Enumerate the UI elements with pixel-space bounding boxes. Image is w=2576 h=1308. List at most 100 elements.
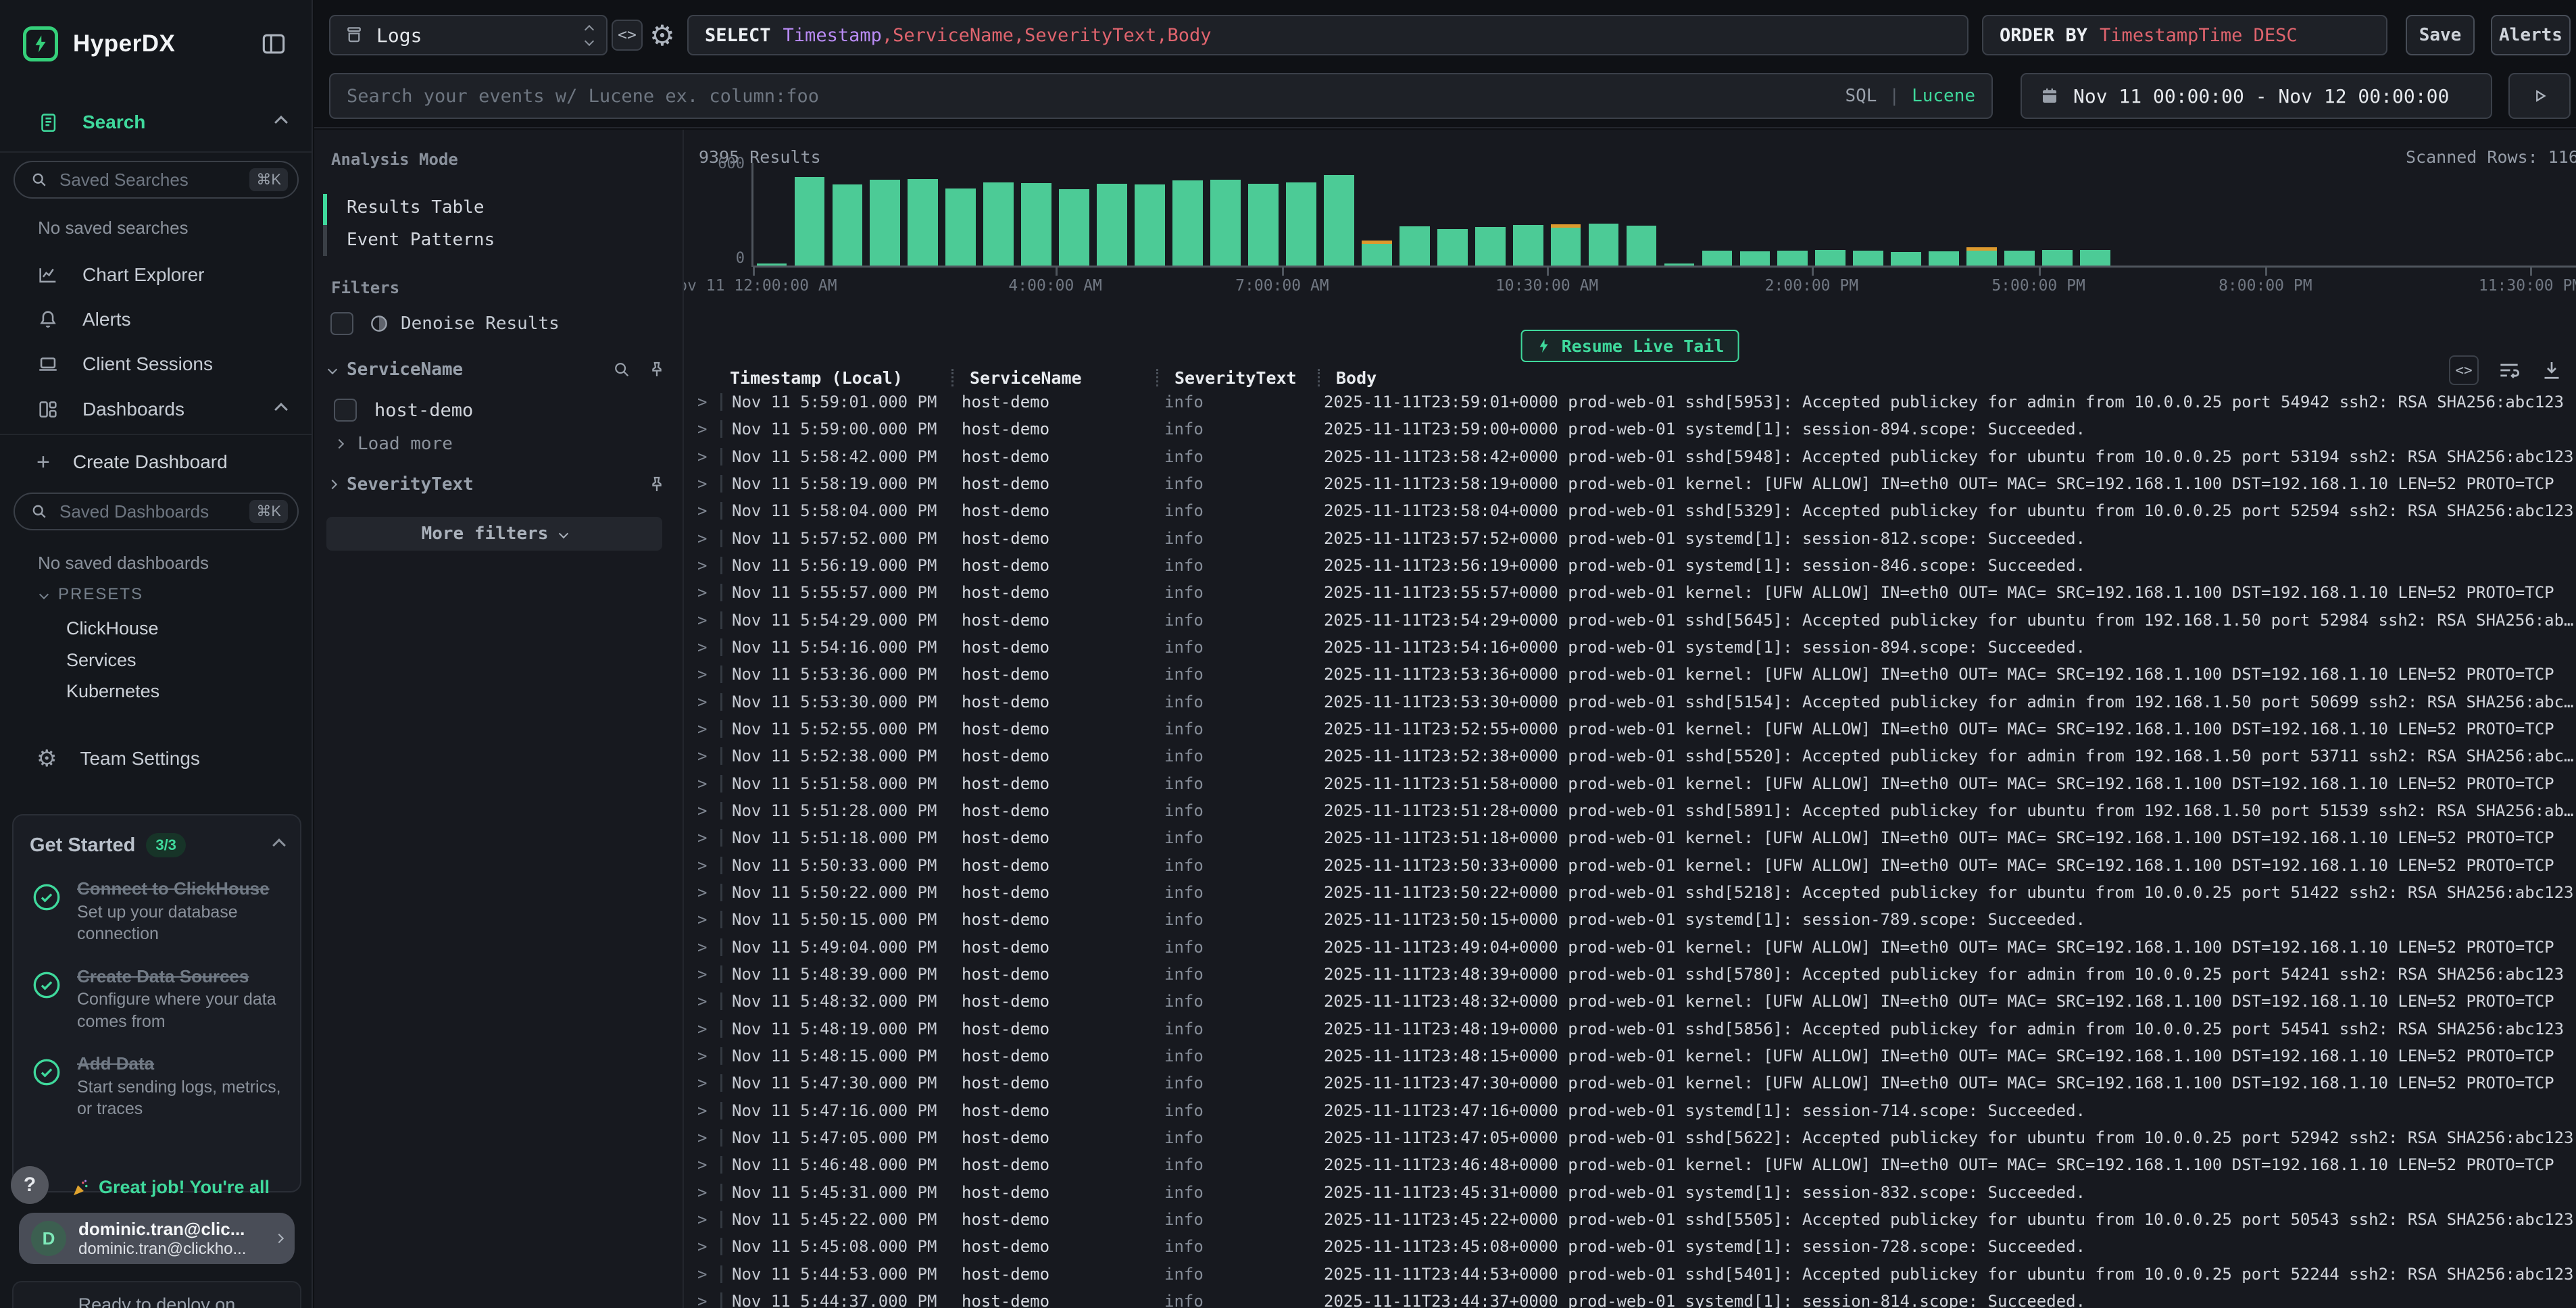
log-row[interactable]: >Nov 11 5:59:00.000 PMhost-demoinfo2025-… <box>684 416 2576 443</box>
row-expand-icon[interactable]: > <box>697 828 720 847</box>
more-filters-button[interactable]: More filters <box>326 517 662 551</box>
event-search-input[interactable]: Search your events w/ Lucene ex. column:… <box>329 73 1993 119</box>
log-row[interactable]: >Nov 11 5:53:30.000 PMhost-demoinfo2025-… <box>684 688 2576 715</box>
row-expand-icon[interactable]: > <box>697 474 720 493</box>
histogram-bar[interactable] <box>1059 189 1089 266</box>
histogram-bar[interactable] <box>1324 175 1354 266</box>
row-expand-icon[interactable]: > <box>697 992 720 1011</box>
row-expand-icon[interactable]: > <box>697 1020 720 1038</box>
row-expand-icon[interactable]: > <box>697 1292 720 1308</box>
row-expand-icon[interactable]: > <box>697 529 720 548</box>
alerts-button[interactable]: Alerts <box>2491 15 2571 55</box>
log-row[interactable]: >Nov 11 5:58:19.000 PMhost-demoinfo2025-… <box>684 470 2576 497</box>
row-expand-icon[interactable]: > <box>697 1155 720 1174</box>
chevron-up-icon[interactable] <box>272 838 286 852</box>
denoise-results-checkbox[interactable]: Denoise Results <box>330 312 560 335</box>
get-started-item[interactable]: Connect to ClickHouse Set up your databa… <box>30 878 284 945</box>
source-select[interactable]: Logs <box>329 15 608 55</box>
log-row[interactable]: >Nov 11 5:51:28.000 PMhost-demoinfo2025-… <box>684 797 2576 824</box>
log-row[interactable]: >Nov 11 5:47:05.000 PMhost-demoinfo2025-… <box>684 1124 2576 1151</box>
sql-toggle[interactable]: SQL <box>1845 86 1877 106</box>
row-expand-icon[interactable]: > <box>697 774 720 793</box>
row-expand-icon[interactable]: > <box>697 938 720 957</box>
log-row[interactable]: >Nov 11 5:51:58.000 PMhost-demoinfo2025-… <box>684 770 2576 797</box>
save-button[interactable]: Save <box>2406 15 2475 55</box>
chevron-up-icon[interactable] <box>274 116 288 129</box>
row-expand-icon[interactable]: > <box>697 447 720 466</box>
sidebar-item-chart-explorer[interactable]: Chart Explorer <box>0 259 312 291</box>
pin-icon[interactable] <box>647 359 667 380</box>
get-started-header[interactable]: Get Started 3/3 <box>30 833 284 857</box>
presets-toggle[interactable]: PRESETS <box>41 585 143 604</box>
log-row[interactable]: >Nov 11 5:47:30.000 PMhost-demoinfo2025-… <box>684 1070 2576 1097</box>
deploy-banner[interactable]: Ready to deploy on <box>12 1281 301 1308</box>
column-header-servicename[interactable]: ServiceName <box>962 368 1156 388</box>
row-expand-icon[interactable]: > <box>697 393 720 411</box>
histogram-bar[interactable] <box>1627 226 1657 266</box>
row-expand-icon[interactable]: > <box>697 720 720 738</box>
row-expand-icon[interactable]: > <box>697 856 720 875</box>
log-row[interactable]: >Nov 11 5:44:37.000 PMhost-demoinfo2025-… <box>684 1288 2576 1308</box>
log-row[interactable]: >Nov 11 5:49:04.000 PMhost-demoinfo2025-… <box>684 934 2576 961</box>
column-header-body[interactable]: Body <box>1328 368 1377 388</box>
row-expand-icon[interactable]: > <box>697 665 720 684</box>
row-expand-icon[interactable]: > <box>697 1047 720 1065</box>
histogram-bar[interactable] <box>1551 224 1581 266</box>
log-row[interactable]: >Nov 11 5:48:19.000 PMhost-demoinfo2025-… <box>684 1015 2576 1042</box>
filter-group-servicename[interactable]: ServiceName <box>329 359 667 380</box>
histogram-bar[interactable] <box>1815 250 1846 266</box>
user-card[interactable]: D dominic.tran@clic... dominic.tran@clic… <box>19 1213 295 1264</box>
log-row[interactable]: >Nov 11 5:48:15.000 PMhost-demoinfo2025-… <box>684 1042 2576 1070</box>
row-expand-icon[interactable]: > <box>697 910 720 929</box>
row-expand-icon[interactable]: > <box>697 1210 720 1229</box>
log-row[interactable]: >Nov 11 5:44:53.000 PMhost-demoinfo2025-… <box>684 1261 2576 1288</box>
saved-searches-input[interactable]: Saved Searches ⌘K <box>14 161 299 199</box>
histogram-bar[interactable] <box>795 177 825 266</box>
row-expand-icon[interactable]: > <box>697 693 720 711</box>
histogram-bar[interactable] <box>1853 251 1883 266</box>
histogram-bar[interactable] <box>1362 241 1392 266</box>
histogram-bar[interactable] <box>1021 183 1051 266</box>
histogram-bar[interactable] <box>1437 229 1468 266</box>
log-row[interactable]: >Nov 11 5:52:55.000 PMhost-demoinfo2025-… <box>684 715 2576 743</box>
histogram-bar[interactable] <box>908 179 938 266</box>
create-dashboard-button[interactable]: + Create Dashboard <box>0 447 312 478</box>
date-range-picker[interactable]: Nov 11 00:00:00 - Nov 12 00:00:00 <box>2021 73 2492 119</box>
column-header-timestamp[interactable]: Timestamp (Local) <box>730 368 951 388</box>
histogram-bar[interactable] <box>1400 226 1430 266</box>
filter-group-severitytext[interactable]: SeverityText <box>329 474 667 495</box>
log-row[interactable]: >Nov 11 5:54:29.000 PMhost-demoinfo2025-… <box>684 607 2576 634</box>
log-row[interactable]: >Nov 11 5:47:16.000 PMhost-demoinfo2025-… <box>684 1097 2576 1124</box>
histogram-bar[interactable] <box>1702 251 1733 266</box>
sidebar-collapse-icon[interactable] <box>259 29 289 59</box>
log-row[interactable]: >Nov 11 5:48:39.000 PMhost-demoinfo2025-… <box>684 961 2576 988</box>
row-expand-icon[interactable]: > <box>697 611 720 630</box>
row-expand-icon[interactable]: > <box>697 883 720 902</box>
checkbox[interactable] <box>334 399 357 422</box>
histogram-bar[interactable] <box>2004 251 2035 266</box>
column-resize-handle[interactable] <box>1318 369 1328 386</box>
row-expand-icon[interactable]: > <box>697 501 720 520</box>
filter-search-icon[interactable] <box>612 359 632 380</box>
histogram-bar[interactable] <box>1966 247 1997 266</box>
mode-event-patterns[interactable]: Event Patterns <box>347 230 495 250</box>
resume-live-tail-button[interactable]: Resume Live Tail <box>1521 330 1739 362</box>
row-expand-icon[interactable]: > <box>697 747 720 765</box>
row-expand-icon[interactable]: > <box>697 801 720 820</box>
run-query-button[interactable] <box>2508 73 2571 119</box>
code-view-button[interactable]: <> <box>612 20 643 51</box>
column-resize-handle[interactable] <box>1156 369 1166 386</box>
histogram-bar[interactable] <box>833 184 863 266</box>
histogram-bar[interactable] <box>1286 182 1316 266</box>
histogram-bar[interactable] <box>1097 184 1127 266</box>
histogram-bar[interactable] <box>1589 224 1619 266</box>
histogram-bar[interactable] <box>1740 251 1770 266</box>
saved-dashboards-input[interactable]: Saved Dashboards ⌘K <box>14 493 299 530</box>
histogram-bar[interactable] <box>1475 227 1506 266</box>
row-expand-icon[interactable]: > <box>697 1101 720 1120</box>
log-row[interactable]: >Nov 11 5:46:48.000 PMhost-demoinfo2025-… <box>684 1151 2576 1178</box>
histogram-bar[interactable] <box>1513 225 1543 266</box>
log-row[interactable]: >Nov 11 5:53:36.000 PMhost-demoinfo2025-… <box>684 661 2576 688</box>
log-row[interactable]: >Nov 11 5:59:01.000 PMhost-demoinfo2025-… <box>684 388 2576 416</box>
gear-icon[interactable]: ⚙ <box>645 15 679 55</box>
